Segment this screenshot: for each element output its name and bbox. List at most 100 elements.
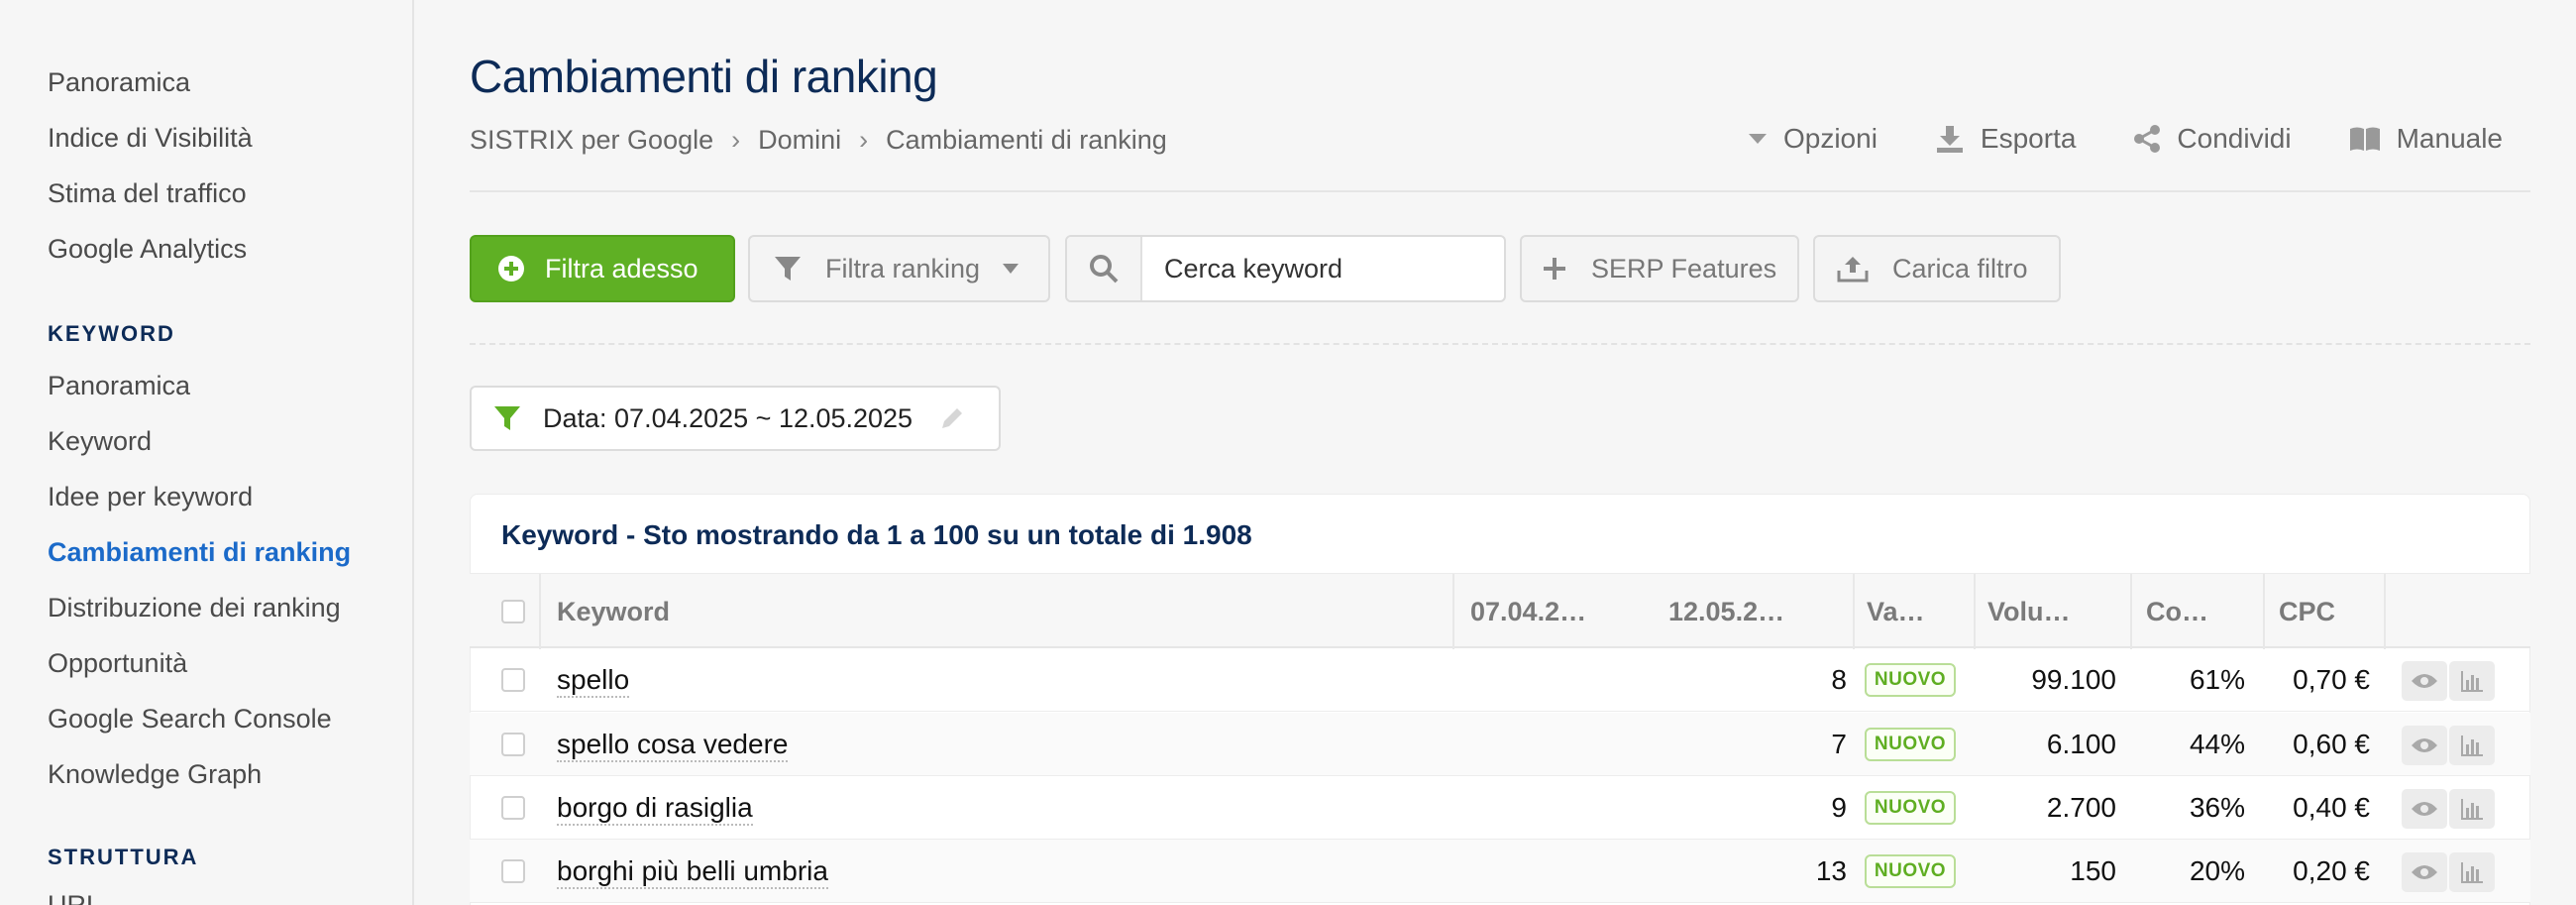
breadcrumb-separator: › xyxy=(859,125,869,155)
sidebar-item-stima-traffico[interactable]: Stima del traffico xyxy=(48,178,247,209)
volume-value: 6.100 xyxy=(2046,729,2116,759)
change-badge: NUOVO xyxy=(1865,728,1956,761)
column-date-old[interactable]: 07.04.2… xyxy=(1470,574,1586,649)
sidebar-item-cambiamenti-ranking[interactable]: Cambiamenti di ranking xyxy=(48,537,351,568)
column-change[interactable]: Va… xyxy=(1867,574,1925,649)
esporta-button[interactable]: Esporta xyxy=(1935,123,2076,155)
view-serp-button[interactable] xyxy=(2402,726,2447,765)
cpc-value: 0,40 € xyxy=(2293,792,2370,823)
filter-icon xyxy=(775,257,801,281)
rank-new: 9 xyxy=(1831,792,1847,823)
column-divider xyxy=(2130,574,2132,649)
bar-chart-icon xyxy=(2461,671,2483,692)
history-chart-button[interactable] xyxy=(2449,661,2495,701)
plus-icon xyxy=(1544,258,1565,280)
bar-chart-icon xyxy=(2461,799,2483,820)
breadcrumb-item-sistrix[interactable]: SISTRIX per Google xyxy=(470,125,713,155)
table-row: spello cosa vedere 7 NUOVO 6.100 44% 0,6… xyxy=(470,713,2530,776)
rank-old xyxy=(1470,840,1645,903)
carica-filtro-label: Carica filtro xyxy=(1892,253,2028,283)
eye-icon xyxy=(2412,738,2437,752)
change-badge: NUOVO xyxy=(1865,791,1956,825)
column-keyword[interactable]: Keyword xyxy=(557,574,670,649)
page-title: Cambiamenti di ranking xyxy=(470,51,938,102)
rank-new: 7 xyxy=(1831,729,1847,759)
column-divider xyxy=(1853,574,1855,649)
competition-value: 61% xyxy=(2189,664,2245,695)
sidebar-item-kw-panoramica[interactable]: Panoramica xyxy=(48,371,190,401)
column-date-new[interactable]: 12.05.2… xyxy=(1668,574,1784,649)
sidebar-item-keyword[interactable]: Keyword xyxy=(48,426,152,457)
sidebar-item-indice-visibilita[interactable]: Indice di Visibilità xyxy=(48,123,253,154)
row-checkbox[interactable] xyxy=(501,796,525,820)
manuale-label: Manuale xyxy=(2396,123,2503,154)
date-filter-chip[interactable]: Data: 07.04.2025 ~ 12.05.2025 xyxy=(470,386,1001,451)
manuale-button[interactable]: Manuale xyxy=(2349,123,2503,155)
column-volume[interactable]: Volu… xyxy=(1987,574,2071,649)
serp-features-button[interactable]: SERP Features xyxy=(1520,235,1799,302)
search-keyword-field[interactable]: Cerca keyword xyxy=(1065,235,1506,302)
breadcrumb-item-domini[interactable]: Domini xyxy=(758,125,841,155)
row-checkbox[interactable] xyxy=(501,733,525,756)
table-row: borghi più belli umbria 13 NUOVO 150 20%… xyxy=(470,840,2530,903)
opzioni-button[interactable]: Opzioni xyxy=(1748,123,1878,155)
eye-icon xyxy=(2412,865,2437,879)
bar-chart-icon xyxy=(2461,862,2483,883)
breadcrumb-item-current: Cambiamenti di ranking xyxy=(886,125,1167,155)
column-competition[interactable]: Co… xyxy=(2146,574,2208,649)
change-badge: NUOVO xyxy=(1865,663,1956,697)
sidebar-item-url[interactable]: URL xyxy=(48,890,101,905)
row-checkbox[interactable] xyxy=(501,859,525,883)
competition-value: 44% xyxy=(2189,729,2245,759)
keyword-link[interactable]: spello xyxy=(557,666,630,698)
header-divider xyxy=(470,190,2530,192)
select-all-checkbox[interactable] xyxy=(501,600,525,623)
pencil-icon[interactable] xyxy=(938,404,966,432)
view-serp-button[interactable] xyxy=(2402,789,2447,829)
rank-old xyxy=(1470,713,1645,776)
filter-toolbar: Filtra adesso Filtra ranking Cerca keywo… xyxy=(470,235,2253,302)
filter-icon xyxy=(494,406,520,430)
competition-value: 20% xyxy=(2189,855,2245,886)
download-icon xyxy=(1936,126,1963,153)
history-chart-button[interactable] xyxy=(2449,726,2495,765)
column-divider xyxy=(2263,574,2265,649)
plus-circle-icon xyxy=(498,256,524,282)
upload-icon xyxy=(1837,257,1869,283)
breadcrumb: SISTRIX per Google › Domini › Cambiamenti di… xyxy=(470,125,1167,156)
sidebar-item-panoramica[interactable]: Panoramica xyxy=(48,67,190,98)
sidebar-item-knowledge-graph[interactable]: Knowledge Graph xyxy=(48,759,262,790)
search-icon xyxy=(1090,255,1119,283)
filtra-ranking-dropdown[interactable]: Filtra ranking xyxy=(748,235,1050,302)
search-icon-zone xyxy=(1067,237,1142,300)
keyword-link[interactable]: borghi più belli umbria xyxy=(557,857,828,889)
sidebar-item-opportunita[interactable]: Opportunità xyxy=(48,648,187,679)
history-chart-button[interactable] xyxy=(2449,852,2495,892)
filtra-adesso-button[interactable]: Filtra adesso xyxy=(470,235,735,302)
change-badge: NUOVO xyxy=(1865,854,1956,888)
sidebar-section-struttura: STRUTTURA xyxy=(48,845,199,869)
row-checkbox[interactable] xyxy=(501,668,525,692)
sidebar-item-distribuzione-ranking[interactable]: Distribuzione dei ranking xyxy=(48,593,341,623)
keyword-link[interactable]: spello cosa vedere xyxy=(557,731,789,762)
caret-down-icon xyxy=(1748,134,1767,144)
sidebar-item-search-console[interactable]: Google Search Console xyxy=(48,704,332,735)
history-chart-button[interactable] xyxy=(2449,789,2495,829)
view-serp-button[interactable] xyxy=(2402,661,2447,701)
filtra-ranking-label: Filtra ranking xyxy=(825,253,981,283)
sidebar-section-keyword: KEYWORD xyxy=(48,321,175,346)
carica-filtro-button[interactable]: Carica filtro xyxy=(1813,235,2061,302)
keyword-link[interactable]: borgo di rasiglia xyxy=(557,794,753,826)
search-input[interactable]: Cerca keyword xyxy=(1142,254,1342,284)
sidebar: Panoramica Indice di Visibilità Stima de… xyxy=(0,0,414,905)
column-divider xyxy=(539,574,541,649)
sidebar-item-google-analytics[interactable]: Google Analytics xyxy=(48,234,247,265)
table-header: Keyword 07.04.2… 12.05.2… Va… Volu… Co… … xyxy=(470,573,2530,649)
main-content: Cambiamenti di ranking SISTRIX per Googl… xyxy=(470,0,2530,905)
view-serp-button[interactable] xyxy=(2402,852,2447,892)
eye-icon xyxy=(2412,802,2437,816)
column-cpc[interactable]: CPC xyxy=(2279,574,2335,649)
condividi-button[interactable]: Condividi xyxy=(2133,123,2292,155)
eye-icon xyxy=(2412,674,2437,688)
sidebar-item-idee-keyword[interactable]: Idee per keyword xyxy=(48,482,253,512)
